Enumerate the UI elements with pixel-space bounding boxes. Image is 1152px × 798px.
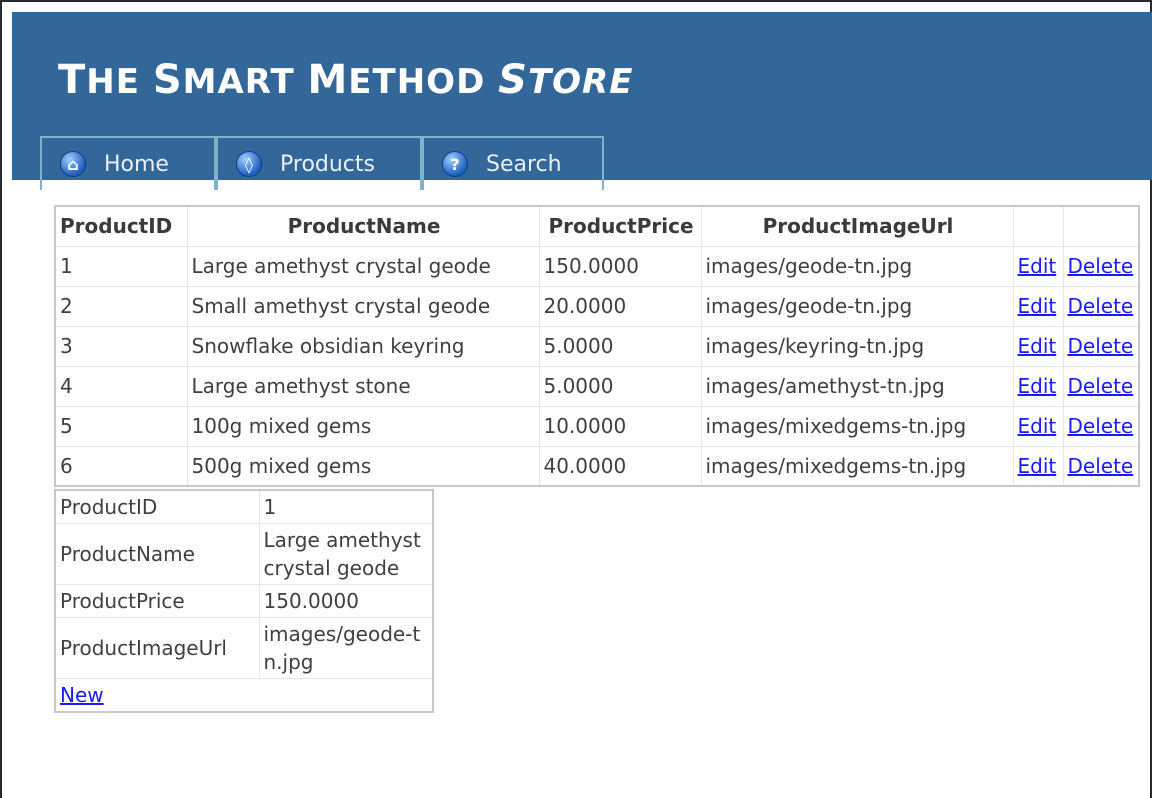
cell-productimageurl: images/keyring-tn.jpg xyxy=(700,325,1014,367)
cell-productid: 3 xyxy=(54,325,188,367)
delete-cell: Delete xyxy=(1062,325,1140,367)
column-header-productimageurl: ProductImageUrl xyxy=(700,205,1014,247)
nav-item-home[interactable]: ⌂ Home xyxy=(40,136,216,190)
details-row: ProductImageUrl images/geode-tn.jpg xyxy=(54,617,434,679)
search-icon: ? xyxy=(442,151,468,177)
details-row: ProductName Large amethyst crystal geode xyxy=(54,523,434,585)
header-banner: THE SMART METHOD STORE ⌂ Home ◊ Products… xyxy=(12,12,1152,190)
table-row: 6 500g mixed gems 40.0000 images/mixedge… xyxy=(54,445,1140,487)
column-header-productid: ProductID xyxy=(54,205,188,247)
cell-productimageurl: images/geode-tn.jpg xyxy=(700,285,1014,327)
nav-menu: ⌂ Home ◊ Products ? Search xyxy=(40,136,604,190)
cell-productid: 2 xyxy=(54,285,188,327)
title-text: MART xyxy=(182,62,308,102)
details-label-productprice: ProductPrice xyxy=(54,584,260,618)
products-grid: ProductID ProductName ProductPrice Produ… xyxy=(54,205,1140,487)
site-title: THE SMART METHOD STORE xyxy=(58,57,633,103)
nav-item-label: Home xyxy=(104,151,169,177)
edit-cell: Edit xyxy=(1012,245,1064,287)
cell-productprice: 10.0000 xyxy=(538,405,702,447)
home-icon: ⌂ xyxy=(60,151,86,177)
details-label-productimageurl: ProductImageUrl xyxy=(54,617,260,679)
details-footer: New xyxy=(54,678,434,713)
cell-productprice: 5.0000 xyxy=(538,365,702,407)
cell-productimageurl: images/amethyst-tn.jpg xyxy=(700,365,1014,407)
table-row: 3 Snowflake obsidian keyring 5.0000 imag… xyxy=(54,325,1140,367)
edit-cell: Edit xyxy=(1012,325,1064,367)
cell-productid: 4 xyxy=(54,365,188,407)
title-letter: T xyxy=(58,57,87,103)
edit-link[interactable]: Edit xyxy=(1018,454,1057,478)
cell-productname: Large amethyst stone xyxy=(186,365,540,407)
cell-productid: 5 xyxy=(54,405,188,447)
delete-cell: Delete xyxy=(1062,365,1140,407)
title-letter: S xyxy=(498,57,528,103)
table-row: 5 100g mixed gems 10.0000 images/mixedge… xyxy=(54,405,1140,447)
details-value-productimageurl: images/geode-tn.jpg xyxy=(258,617,434,679)
cell-productimageurl: images/mixedgems-tn.jpg xyxy=(700,445,1014,487)
delete-link[interactable]: Delete xyxy=(1068,334,1134,358)
cell-productprice: 5.0000 xyxy=(538,325,702,367)
column-header-productname: ProductName xyxy=(186,205,540,247)
details-label-productid: ProductID xyxy=(54,489,260,524)
title-text: TORE xyxy=(527,62,634,102)
edit-cell: Edit xyxy=(1012,285,1064,327)
delete-link[interactable]: Delete xyxy=(1068,294,1134,318)
nav-item-label: Products xyxy=(280,151,375,177)
window-frame: THE SMART METHOD STORE ⌂ Home ◊ Products… xyxy=(0,0,1152,798)
new-link[interactable]: New xyxy=(60,683,104,707)
details-row: ProductID 1 xyxy=(54,489,434,524)
table-row: 4 Large amethyst stone 5.0000 images/ame… xyxy=(54,365,1140,407)
edit-link[interactable]: Edit xyxy=(1018,414,1057,438)
cell-productname: Snowflake obsidian keyring xyxy=(186,325,540,367)
details-row: ProductPrice 150.0000 xyxy=(54,584,434,618)
cell-productprice: 20.0000 xyxy=(538,285,702,327)
product-details-view: ProductID 1 ProductName Large amethyst c… xyxy=(54,489,434,713)
column-header-edit xyxy=(1012,205,1064,247)
edit-cell: Edit xyxy=(1012,445,1064,487)
title-text: HE xyxy=(86,62,153,102)
edit-link[interactable]: Edit xyxy=(1018,294,1057,318)
delete-link[interactable]: Delete xyxy=(1068,414,1134,438)
cell-productname: 100g mixed gems xyxy=(186,405,540,447)
title-text: ETHOD xyxy=(348,62,499,102)
cell-productprice: 150.0000 xyxy=(538,245,702,287)
nav-item-label: Search xyxy=(486,151,562,177)
delete-cell: Delete xyxy=(1062,245,1140,287)
delete-link[interactable]: Delete xyxy=(1068,374,1134,398)
details-label-productname: ProductName xyxy=(54,523,260,585)
table-row: 1 Large amethyst crystal geode 150.0000 … xyxy=(54,245,1140,287)
cell-productid: 6 xyxy=(54,445,188,487)
nav-item-products[interactable]: ◊ Products xyxy=(216,136,422,190)
details-footer-row: New xyxy=(54,678,434,713)
title-letter: M xyxy=(307,57,349,103)
edit-cell: Edit xyxy=(1012,405,1064,447)
table-row: 2 Small amethyst crystal geode 20.0000 i… xyxy=(54,285,1140,327)
cell-productid: 1 xyxy=(54,245,188,287)
edit-cell: Edit xyxy=(1012,365,1064,407)
details-value-productid: 1 xyxy=(258,489,434,524)
column-header-delete xyxy=(1062,205,1140,247)
title-letter: S xyxy=(152,57,183,103)
cell-productprice: 40.0000 xyxy=(538,445,702,487)
products-icon: ◊ xyxy=(236,151,262,177)
column-header-productprice: ProductPrice xyxy=(538,205,702,247)
details-value-productprice: 150.0000 xyxy=(258,584,434,618)
cell-productname: Large amethyst crystal geode xyxy=(186,245,540,287)
details-value-productname: Large amethyst crystal geode xyxy=(258,523,434,585)
edit-link[interactable]: Edit xyxy=(1018,254,1057,278)
delete-cell: Delete xyxy=(1062,405,1140,447)
delete-cell: Delete xyxy=(1062,285,1140,327)
grid-header-row: ProductID ProductName ProductPrice Produ… xyxy=(54,205,1140,247)
edit-link[interactable]: Edit xyxy=(1018,374,1057,398)
nav-item-search[interactable]: ? Search xyxy=(422,136,604,190)
cell-productname: 500g mixed gems xyxy=(186,445,540,487)
edit-link[interactable]: Edit xyxy=(1018,334,1057,358)
delete-cell: Delete xyxy=(1062,445,1140,487)
delete-link[interactable]: Delete xyxy=(1068,254,1134,278)
delete-link[interactable]: Delete xyxy=(1068,454,1134,478)
cell-productimageurl: images/geode-tn.jpg xyxy=(700,245,1014,287)
cell-productimageurl: images/mixedgems-tn.jpg xyxy=(700,405,1014,447)
cell-productname: Small amethyst crystal geode xyxy=(186,285,540,327)
